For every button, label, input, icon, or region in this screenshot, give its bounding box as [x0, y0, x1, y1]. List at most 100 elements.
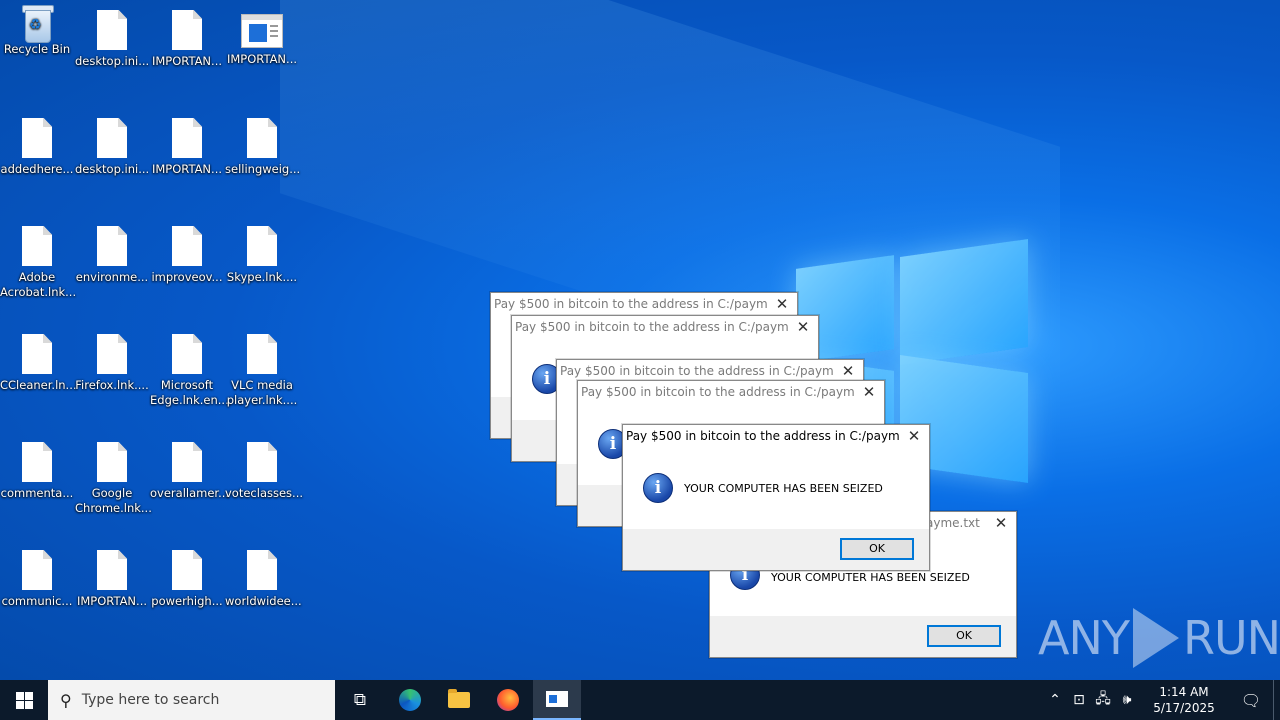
desktop-icon-file[interactable]: communic...: [0, 542, 74, 609]
anyrun-watermark: ANY RUN: [1038, 608, 1280, 668]
search-box[interactable]: ⚲ Type here to search: [48, 680, 335, 720]
firefox-icon: [497, 689, 519, 711]
close-icon[interactable]: ✕: [833, 362, 863, 380]
desktop-icon-label: IMPORTAN...: [151, 54, 223, 68]
title-bar[interactable]: Pay $500 in bitcoin to the address in C:…: [623, 425, 929, 447]
desktop-icon-file[interactable]: IMPORTAN...: [150, 2, 224, 69]
desktop-icon-file[interactable]: worldwidee...: [225, 542, 302, 609]
desktop-icon-file[interactable]: environme...: [75, 218, 149, 285]
task-view-icon: ⧉: [353, 690, 367, 710]
message-box-active[interactable]: Pay $500 in bitcoin to the address in C:…: [622, 424, 930, 571]
clock-time: 1:14 AM: [1159, 685, 1209, 699]
desktop-icon-label: CCleaner.ln...: [0, 378, 77, 392]
desktop-icon-label: sellingweig...: [225, 162, 301, 176]
device-icon[interactable]: ⊡: [1067, 692, 1091, 708]
file-icon: [171, 334, 203, 374]
start-button[interactable]: [0, 680, 48, 720]
title-bar[interactable]: Pay $500 in bitcoin to the address in C:…: [578, 381, 884, 403]
file-explorer-taskbar-button[interactable]: [435, 680, 483, 720]
close-icon[interactable]: ✕: [986, 514, 1016, 532]
title-bar[interactable]: Pay $500 in bitcoin to the address in C:…: [557, 360, 863, 382]
desktop-icon-file[interactable]: overallamer...: [150, 434, 229, 501]
show-desktop-button[interactable]: [1273, 680, 1280, 720]
file-icon: [171, 226, 203, 266]
dialog-title: Pay $500 in bitcoin to the address in C:…: [626, 429, 899, 443]
dialog-message: YOUR COMPUTER HAS BEEN SEIZED: [684, 482, 883, 495]
desktop-icon-file[interactable]: powerhigh...: [150, 542, 224, 609]
recycle-bin-icon: ♻: [20, 2, 54, 43]
desktop-icon-file[interactable]: desktop.ini...: [75, 2, 149, 69]
desktop-icon-label: VLC media player.lnk....: [226, 378, 298, 407]
desktop-icon-file[interactable]: Adobe Acrobat.lnk...: [0, 218, 77, 300]
clock[interactable]: 1:14 AM 5/17/2025: [1139, 684, 1229, 716]
file-icon: [96, 118, 128, 158]
dialog-title: Pay $500 in bitcoin to the address in C:…: [494, 297, 767, 311]
search-placeholder: Type here to search: [81, 692, 220, 708]
network-icon[interactable]: 🖧: [1091, 688, 1115, 712]
desktop-icon-label: addedhere...: [0, 162, 74, 176]
desktop-icon-file[interactable]: commenta...: [0, 434, 74, 501]
desktop-icon-label: Adobe Acrobat.lnk...: [0, 270, 77, 299]
clock-date: 5/17/2025: [1153, 701, 1215, 715]
close-icon[interactable]: ✕: [767, 295, 797, 313]
ok-button[interactable]: OK: [840, 538, 914, 560]
desktop-icon-file[interactable]: Google Chrome.lnk...: [75, 434, 152, 516]
file-icon: [246, 226, 278, 266]
file-icon: [21, 550, 53, 590]
edge-taskbar-button[interactable]: [386, 680, 434, 720]
file-icon: [21, 226, 53, 266]
desktop-icon-file[interactable]: desktop.ini...: [75, 110, 149, 177]
desktop-icon-recycle-bin[interactable]: ♻ Recycle Bin: [0, 2, 74, 57]
file-explorer-icon: [448, 689, 470, 708]
volume-icon[interactable]: 🕪: [1115, 692, 1139, 708]
ok-button[interactable]: OK: [927, 625, 1001, 647]
firefox-taskbar-button[interactable]: [484, 680, 532, 720]
close-icon[interactable]: ✕: [899, 427, 929, 445]
desktop-icon-file[interactable]: IMPORTAN...: [75, 542, 149, 609]
desktop-icon-file[interactable]: voteclasses...: [225, 434, 303, 501]
desktop-icon-label: communic...: [1, 594, 73, 608]
system-tray: ⌃ ⊡ 🖧 🕪 1:14 AM 5/17/2025 🗨: [1043, 680, 1280, 720]
application-icon: [241, 14, 283, 48]
file-icon: [21, 442, 53, 482]
file-icon: [246, 442, 278, 482]
desktop-icon-label: improveov...: [151, 270, 223, 284]
desktop-icon-file[interactable]: CCleaner.ln...: [0, 326, 77, 393]
desktop-icon-file[interactable]: IMPORTAN...: [150, 110, 224, 177]
dialog-title: Pay $500 in bitcoin to the address in C:…: [515, 320, 788, 334]
file-icon: [171, 550, 203, 590]
desktop-icon-label: IMPORTAN...: [151, 162, 223, 176]
close-icon[interactable]: ✕: [788, 318, 818, 336]
close-icon[interactable]: ✕: [854, 383, 884, 401]
title-bar[interactable]: Pay $500 in bitcoin to the address in C:…: [512, 316, 818, 338]
file-icon: [21, 334, 53, 374]
dialog-title: Pay $500 in bitcoin to the address in C:…: [560, 364, 833, 378]
desktop-icon-label: environme...: [75, 270, 149, 284]
dialog-title: Pay $500 in bitcoin to the address in C:…: [581, 385, 854, 399]
notification-icon[interactable]: 🗨: [1229, 691, 1273, 710]
desktop-icon-label: commenta...: [0, 486, 74, 500]
title-bar[interactable]: Pay $500 in bitcoin to the address in C:…: [491, 293, 797, 315]
desktop-icon-label: Skype.lnk....: [226, 270, 298, 284]
desktop-icon-file[interactable]: addedhere...: [0, 110, 74, 177]
desktop-icon-file[interactable]: VLC media player.lnk....: [225, 326, 299, 408]
desktop-icon-label: Recycle Bin: [3, 42, 71, 56]
search-icon: ⚲: [60, 690, 72, 710]
desktop-icon-file[interactable]: Microsoft Edge.lnk.en...: [150, 326, 229, 408]
edge-icon: [399, 689, 421, 711]
desktop-icon-file[interactable]: Skype.lnk....: [225, 218, 299, 285]
desktop-icon-file[interactable]: Firefox.lnk....: [75, 326, 149, 393]
desktop-icon-file[interactable]: improveov...: [150, 218, 224, 285]
desktop-icon-file[interactable]: sellingweig...: [225, 110, 301, 177]
file-icon: [171, 118, 203, 158]
task-view-button[interactable]: ⧉: [336, 680, 384, 720]
chevron-up-icon[interactable]: ⌃: [1043, 692, 1067, 708]
desktop-icon-label: Google Chrome.lnk...: [75, 486, 152, 515]
desktop-icon-label: powerhigh...: [151, 594, 223, 608]
file-icon: [96, 334, 128, 374]
file-icon: [171, 442, 203, 482]
desktop-icon-application[interactable]: IMPORTAN...: [225, 2, 299, 67]
active-app-taskbar-button[interactable]: [533, 680, 581, 720]
info-icon: i: [643, 473, 673, 503]
file-icon: [246, 334, 278, 374]
